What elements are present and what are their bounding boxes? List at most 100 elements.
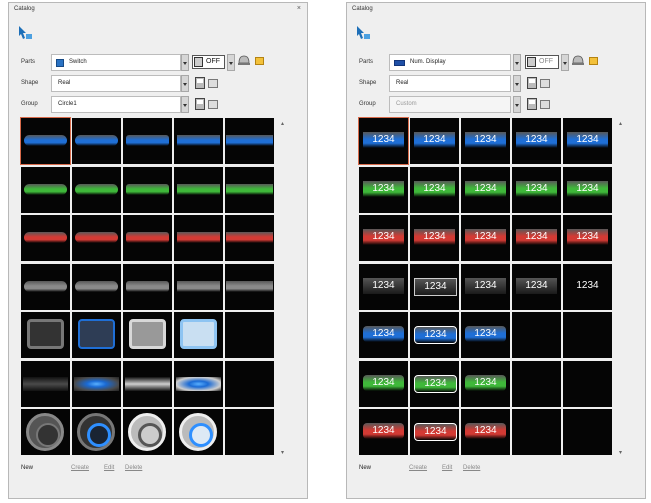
num-display-cell[interactable]: 1234 <box>410 409 459 455</box>
shape-select[interactable]: Real <box>51 75 181 92</box>
switch-part-cell[interactable] <box>123 360 172 407</box>
create-link[interactable]: Create <box>71 465 89 471</box>
empty-cell[interactable] <box>512 409 561 455</box>
num-display-cell[interactable]: 1234 <box>461 263 510 310</box>
print-icon[interactable] <box>208 100 218 109</box>
num-display-cell[interactable]: 1234 <box>563 215 612 261</box>
num-display-cell[interactable]: 1234 <box>512 118 561 164</box>
edit-link[interactable]: Edit <box>104 465 114 471</box>
num-display-cell[interactable]: 1234 <box>512 166 561 213</box>
empty-cell[interactable] <box>225 409 274 455</box>
num-display-cell[interactable]: 1234 <box>563 118 612 164</box>
new-link[interactable]: New <box>359 465 371 471</box>
num-display-cell[interactable]: 1234 <box>359 312 408 358</box>
switch-part-cell[interactable] <box>174 360 223 407</box>
create-link[interactable]: Create <box>409 465 427 471</box>
num-display-cell[interactable]: 1234 <box>410 215 459 261</box>
num-display-cell[interactable]: 1234 <box>461 409 510 455</box>
group-dropdown-button[interactable] <box>513 96 521 113</box>
num-display-cell[interactable]: 1234 <box>359 263 408 310</box>
num-display-cell[interactable]: 1234 <box>359 360 408 407</box>
switch-part-cell[interactable] <box>225 215 274 261</box>
shape-dropdown-button[interactable] <box>181 75 189 92</box>
shape-select[interactable]: Real <box>389 75 511 92</box>
num-display-cell[interactable]: 1234 <box>410 118 459 164</box>
scrollbar[interactable]: ▴ ▾ <box>279 118 289 458</box>
num-display-cell[interactable]: 1234 <box>461 312 510 358</box>
print-icon[interactable] <box>540 100 550 109</box>
switch-part-cell[interactable] <box>123 118 172 164</box>
switch-part-cell[interactable] <box>174 118 223 164</box>
switch-part-cell[interactable] <box>21 215 70 261</box>
switch-part-cell[interactable] <box>21 360 70 407</box>
save-icon[interactable] <box>527 98 537 110</box>
switch-part-cell[interactable] <box>174 409 223 455</box>
num-display-cell[interactable]: 1234 <box>410 312 459 358</box>
group-dropdown-button[interactable] <box>181 96 189 113</box>
switch-part-cell[interactable] <box>21 166 70 213</box>
num-display-cell[interactable]: 1234 <box>512 215 561 261</box>
scroll-up-icon[interactable]: ▴ <box>619 120 622 127</box>
num-display-cell[interactable]: 1234 <box>410 166 459 213</box>
shape-dropdown-button[interactable] <box>513 75 521 92</box>
num-display-cell[interactable]: 1234 <box>358 117 409 165</box>
num-display-cell[interactable]: 1234 <box>410 360 459 407</box>
save-icon[interactable] <box>527 77 537 89</box>
num-display-cell[interactable]: 1234 <box>410 263 459 310</box>
switch-part-cell[interactable] <box>72 166 121 213</box>
empty-cell[interactable] <box>563 360 612 407</box>
print-icon[interactable] <box>208 79 218 88</box>
print-icon[interactable] <box>540 79 550 88</box>
parts-dropdown-button[interactable] <box>513 54 521 71</box>
save-icon[interactable] <box>195 77 205 89</box>
folder-icon[interactable] <box>255 57 264 65</box>
bell-icon[interactable] <box>237 54 251 66</box>
switch-part-cell[interactable] <box>123 263 172 310</box>
pointer-arrow-icon[interactable] <box>17 24 33 40</box>
switch-part-cell[interactable] <box>225 263 274 310</box>
num-display-cell[interactable]: 1234 <box>461 360 510 407</box>
num-display-cell[interactable]: 1234 <box>359 166 408 213</box>
empty-cell[interactable] <box>512 360 561 407</box>
scroll-down-icon[interactable]: ▾ <box>619 449 622 456</box>
group-select[interactable]: Circle1 <box>51 96 181 113</box>
new-link[interactable]: New <box>21 465 33 471</box>
save-icon[interactable] <box>195 98 205 110</box>
num-display-cell[interactable]: 1234 <box>359 409 408 455</box>
empty-cell[interactable] <box>563 312 612 358</box>
delete-link[interactable]: Delete <box>125 465 142 471</box>
num-display-cell[interactable]: 1234 <box>563 263 612 310</box>
switch-part-cell[interactable] <box>72 215 121 261</box>
switch-part-cell[interactable] <box>72 263 121 310</box>
switch-part-cell[interactable] <box>123 409 172 455</box>
parts-dropdown-button[interactable] <box>181 54 189 71</box>
switch-part-cell[interactable] <box>225 118 274 164</box>
close-icon[interactable]: × <box>297 5 301 12</box>
switch-part-cell[interactable] <box>20 117 71 165</box>
folder-icon[interactable] <box>589 57 598 65</box>
delete-link[interactable]: Delete <box>463 465 480 471</box>
empty-cell[interactable] <box>512 312 561 358</box>
switch-part-cell[interactable] <box>72 360 121 407</box>
empty-cell[interactable] <box>225 312 274 358</box>
switch-part-cell[interactable] <box>225 166 274 213</box>
switch-part-cell[interactable] <box>174 312 223 358</box>
num-display-cell[interactable]: 1234 <box>461 118 510 164</box>
switch-part-cell[interactable] <box>72 312 121 358</box>
off-state-toggle[interactable]: OFF <box>192 55 225 69</box>
bell-icon[interactable] <box>571 54 585 66</box>
num-display-cell[interactable]: 1234 <box>563 166 612 213</box>
switch-part-cell[interactable] <box>72 118 121 164</box>
num-display-cell[interactable]: 1234 <box>461 166 510 213</box>
empty-cell[interactable] <box>563 409 612 455</box>
num-display-cell[interactable]: 1234 <box>359 215 408 261</box>
switch-part-cell[interactable] <box>174 166 223 213</box>
state-dropdown-button[interactable] <box>561 54 569 71</box>
switch-part-cell[interactable] <box>21 263 70 310</box>
empty-cell[interactable] <box>225 360 274 407</box>
switch-part-cell[interactable] <box>174 263 223 310</box>
parts-select[interactable]: Num. Display <box>389 54 511 71</box>
switch-part-cell[interactable] <box>123 215 172 261</box>
scrollbar[interactable]: ▴ ▾ <box>617 118 627 458</box>
switch-part-cell[interactable] <box>174 215 223 261</box>
